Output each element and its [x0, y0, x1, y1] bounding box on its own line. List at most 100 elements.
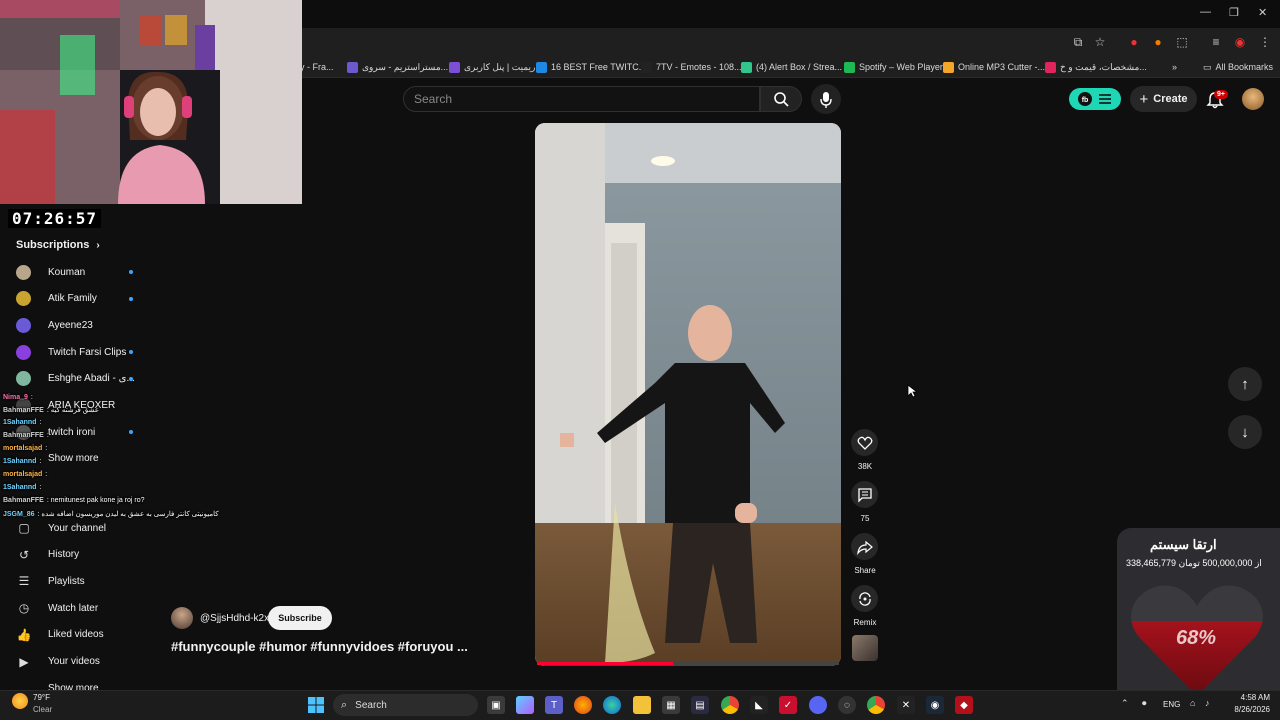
edge-icon[interactable] [603, 696, 621, 714]
nav-item[interactable]: ☰ Playlists [16, 572, 146, 590]
bookmark-label: Online MP3 Cutter -... [958, 62, 1046, 72]
chrome-profile-icon[interactable] [867, 696, 885, 714]
channel-name[interactable]: @SjjsHdhd-k2x [200, 613, 269, 624]
bookmark-item[interactable]: ریمیت | پنل کاربری [449, 60, 535, 74]
weather-icon[interactable] [12, 693, 28, 709]
create-button[interactable]: + Create [1130, 86, 1197, 112]
bookmark-item[interactable]: Spotify – Web Player [844, 60, 943, 74]
volume-icon[interactable]: ♪ [1205, 698, 1210, 708]
account-avatar[interactable] [1242, 88, 1264, 110]
sound-thumbnail[interactable] [852, 635, 878, 661]
more-menu-icon[interactable]: ⋮ [1257, 34, 1273, 50]
remix-label: Remix [853, 618, 877, 627]
bookmark-item[interactable]: مستراستریم - سروی... [347, 60, 448, 74]
search-button[interactable] [760, 86, 802, 112]
new-content-dot [129, 270, 133, 274]
weather-temperature: 79°F [33, 693, 50, 702]
bookmark-item[interactable]: (4) Alert Box / Strea... [741, 60, 842, 74]
bookmark-item[interactable]: Online MP3 Cutter -... [943, 60, 1045, 74]
discord-icon[interactable] [809, 696, 827, 714]
cursor-arrow-icon [907, 384, 919, 398]
extension-toggle-button[interactable]: fb [1069, 88, 1121, 110]
search-input[interactable] [414, 90, 744, 108]
video-title[interactable]: #funnycouple #humor #funnyvidoes #foruyo… [171, 639, 468, 654]
subscription-item[interactable]: Atik Family [16, 290, 136, 308]
maximize-button[interactable]: ❐ [1229, 6, 1239, 19]
nav-item[interactable]: ▢ Your channel [16, 519, 146, 537]
minimize-button[interactable]: — [1200, 6, 1211, 18]
subscription-item[interactable]: Ayeene23 [16, 316, 136, 334]
remix-icon [858, 591, 871, 606]
subscriptions-heading[interactable]: Subscriptions › [16, 239, 100, 251]
all-bookmarks-label: All Bookmarks [1215, 62, 1274, 72]
subscription-item[interactable]: Eshghe Abadi - ی... [16, 370, 136, 388]
microphone-tray-icon[interactable]: ⏺ [1142, 698, 1147, 709]
steam-icon[interactable]: ◉ [926, 696, 944, 714]
short-video-player[interactable] [535, 123, 841, 666]
nav-item[interactable]: ▶ Your videos [16, 653, 146, 671]
share-arrow-icon [856, 540, 873, 555]
remix-button[interactable] [851, 585, 878, 612]
bookmark-item[interactable]: y - Fra... [300, 60, 334, 74]
comments-button[interactable] [851, 481, 878, 508]
input-language[interactable]: ENG [1163, 700, 1180, 709]
chat-username: mortalsajad [3, 445, 43, 452]
channel-avatar [16, 371, 31, 387]
firefox-icon[interactable] [574, 696, 592, 714]
chat-message: 1Sahannd: [3, 419, 41, 426]
bookmark-star-icon[interactable]: ☆ [1092, 34, 1108, 50]
bookmark-item[interactable]: مشخصات، قیمت و خ... [1045, 60, 1147, 74]
media-control-icon[interactable]: ≡ [1208, 34, 1224, 50]
new-content-dot [129, 376, 133, 381]
app-icon-6[interactable]: ◆ [955, 696, 973, 714]
subscription-item[interactable]: Twitch Farsi Clips [16, 343, 136, 361]
video-frame [535, 123, 841, 666]
app-icon-2[interactable]: ◣ [750, 696, 768, 714]
teams-icon[interactable]: T [545, 696, 563, 714]
nav-item[interactable]: ↺ History [16, 546, 146, 564]
share-button[interactable] [851, 533, 878, 560]
nav-item[interactable]: 👍 Liked videos [16, 626, 146, 644]
bookmark-favicon-icon [741, 61, 752, 73]
app-icon-4[interactable]: ◌ [838, 696, 856, 714]
subscribe-button[interactable]: Subscribe [268, 606, 332, 630]
file-explorer-icon[interactable] [633, 696, 651, 714]
extensions-puzzle-icon[interactable]: ⬚ [1174, 34, 1190, 50]
stream-timer: 07:26:57 [8, 209, 102, 228]
all-bookmarks-button[interactable]: ▭ All Bookmarks [1203, 60, 1273, 74]
taskbar-time[interactable]: 4:58 AM [1225, 693, 1270, 702]
extension-orange-icon[interactable]: ● [1150, 34, 1166, 50]
next-short-button[interactable]: ↓ [1228, 415, 1262, 449]
subscription-item[interactable]: Kouman [16, 263, 136, 281]
profile-icon[interactable]: ◉ [1232, 34, 1248, 50]
taskbar-search[interactable]: ⌕ Search [333, 694, 478, 716]
like-button[interactable] [851, 429, 878, 456]
extension-red-icon[interactable]: ● [1126, 34, 1142, 50]
close-window-button[interactable]: ✕ [1258, 6, 1267, 19]
subscription-name: Atik Family [48, 293, 97, 305]
tray-overflow-icon[interactable]: ⌃ [1121, 698, 1129, 709]
app-icon-1[interactable]: ▤ [691, 696, 709, 714]
bookmark-favicon-icon [449, 61, 460, 73]
app-icon-5[interactable]: ✕ [897, 696, 915, 714]
chrome-icon[interactable] [721, 696, 739, 714]
task-view-icon[interactable]: ▣ [487, 696, 505, 714]
previous-short-button[interactable]: ↑ [1228, 367, 1262, 401]
channel-avatar[interactable] [171, 607, 193, 629]
bookmarks-overflow-icon[interactable]: » [1172, 60, 1177, 74]
channel-avatar [16, 344, 31, 360]
taskbar-date[interactable]: 8/26/2026 [1225, 705, 1270, 714]
start-button[interactable] [307, 696, 325, 714]
mouse-cursor [907, 384, 919, 403]
voice-search-button[interactable] [811, 84, 841, 114]
copilot-icon[interactable] [516, 696, 534, 714]
store-icon[interactable]: ▦ [662, 696, 680, 714]
bookmark-label: مستراستریم - سروی... [362, 61, 449, 72]
bookmark-item[interactable]: 7TV - Emotes - 108... [641, 60, 742, 74]
network-icon[interactable]: ⌂ [1190, 698, 1195, 708]
donation-amount: 338,465,779 از 500,000,000 تومان [1126, 558, 1262, 568]
app-icon-3[interactable]: ✓ [779, 696, 797, 714]
bookmark-item[interactable]: 16 BEST Free TWITC... [536, 60, 646, 74]
install-icon[interactable]: ⧉ [1070, 34, 1086, 50]
nav-item[interactable]: ◷ Watch later [16, 599, 146, 617]
